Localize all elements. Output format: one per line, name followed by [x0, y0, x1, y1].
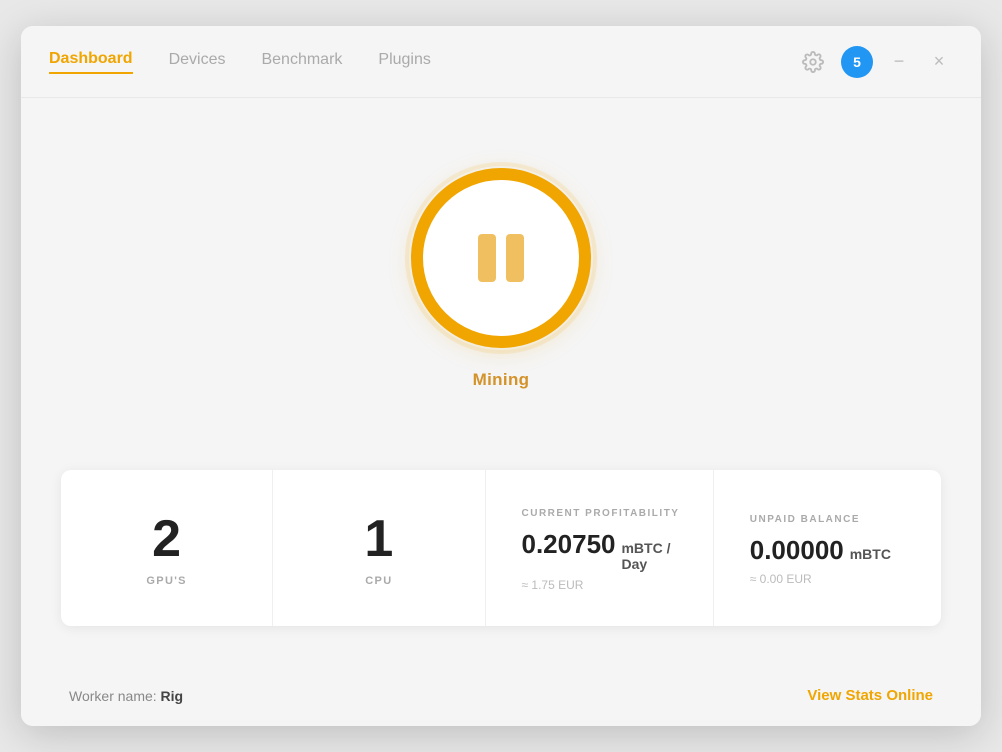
profitability-number: 0.20750 [522, 529, 616, 560]
pause-bar-left [478, 234, 496, 282]
mining-status-label: Mining [473, 370, 530, 390]
balance-eur: ≈ 0.00 EUR [750, 572, 812, 586]
cpu-stat-cell: 1 CPU [273, 470, 485, 626]
profitability-cell: CURRENT PROFITABILITY 0.20750 mBTC / Day… [486, 470, 714, 626]
tab-plugins[interactable]: Plugins [378, 51, 430, 73]
profitability-unit: mBTC / Day [621, 540, 692, 572]
notification-badge[interactable]: 5 [841, 46, 873, 78]
gpu-label: GPU'S [146, 575, 186, 587]
gpu-stat-cell: 2 GPU'S [61, 470, 273, 626]
app-window: Dashboard Devices Benchmark Plugins 5 − … [21, 26, 981, 726]
view-stats-link[interactable]: View Stats Online [807, 687, 933, 704]
nav-tabs: Dashboard Devices Benchmark Plugins [49, 50, 797, 74]
tab-dashboard[interactable]: Dashboard [49, 50, 133, 74]
tab-devices[interactable]: Devices [169, 51, 226, 73]
balance-title: UNPAID BALANCE [750, 514, 860, 525]
window-controls: 5 − × [797, 46, 953, 78]
main-content: Mining 2 GPU'S 1 CPU CURRENT PROFITABILI… [21, 98, 981, 665]
mining-button-wrap: Mining [411, 168, 591, 390]
profitability-value: 0.20750 mBTC / Day [522, 529, 693, 572]
worker-name-value: Rig [161, 688, 184, 704]
balance-value: 0.00000 mBTC [750, 535, 891, 566]
stats-card: 2 GPU'S 1 CPU CURRENT PROFITABILITY 0.20… [61, 470, 941, 626]
balance-cell: UNPAID BALANCE 0.00000 mBTC ≈ 0.00 EUR [714, 470, 941, 626]
gpu-count: 2 [152, 513, 181, 565]
cpu-count: 1 [364, 513, 393, 565]
worker-name-prefix: Worker name: [69, 688, 161, 704]
pause-icon [478, 234, 524, 282]
nav-bar: Dashboard Devices Benchmark Plugins 5 − … [21, 26, 981, 98]
worker-name-label: Worker name: Rig [69, 688, 183, 704]
profitability-title: CURRENT PROFITABILITY [522, 508, 680, 519]
tab-benchmark[interactable]: Benchmark [261, 51, 342, 73]
balance-unit: mBTC [850, 546, 891, 562]
footer-bar: Worker name: Rig View Stats Online [21, 665, 981, 726]
mining-toggle-button[interactable] [411, 168, 591, 348]
close-button[interactable]: × [925, 48, 953, 76]
balance-number: 0.00000 [750, 535, 844, 566]
profitability-eur: ≈ 1.75 EUR [522, 578, 584, 592]
cpu-label: CPU [365, 575, 392, 587]
minimize-button[interactable]: − [885, 48, 913, 76]
pause-bar-right [506, 234, 524, 282]
settings-button[interactable] [797, 46, 829, 78]
